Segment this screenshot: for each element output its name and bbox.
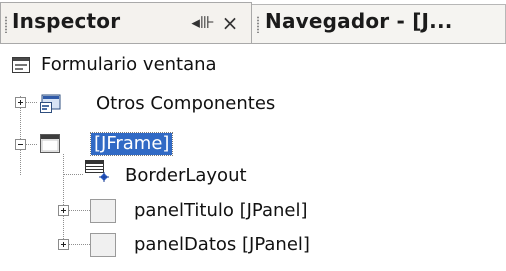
- tree-item-panel-titulo[interactable]: panelTitulo [JPanel]: [134, 200, 308, 222]
- expand-panel-titulo[interactable]: [58, 205, 69, 216]
- tree-item-panel-datos[interactable]: panelDatos [JPanel]: [134, 234, 310, 256]
- component-tree: Formulario ventana Otros Componentes [JF…: [0, 44, 506, 271]
- tree-connector: [20, 96, 21, 176]
- tree-connector: [69, 210, 90, 211]
- collapse-jframe[interactable]: [15, 139, 26, 150]
- expand-other-components[interactable]: [15, 97, 26, 108]
- expand-panel-datos[interactable]: [58, 239, 69, 250]
- panel-icon: [90, 199, 116, 223]
- tab-bar: Inspector ◂⊪ × Navegador - [J...: [0, 0, 506, 44]
- layout-icon: [85, 160, 109, 182]
- tree-item-form-window[interactable]: Formulario ventana: [41, 54, 217, 76]
- tab-navegador-title: Navegador - [J...: [265, 9, 453, 33]
- tab-inspector-title: Inspector: [12, 9, 121, 33]
- panel-icon: [90, 233, 116, 257]
- close-tab-icon[interactable]: ×: [219, 12, 241, 34]
- tree-connector: [69, 244, 90, 245]
- tab-navegador[interactable]: Navegador - [J...: [252, 4, 506, 44]
- dock-minimize-icon[interactable]: ◂⊪: [189, 12, 217, 34]
- drag-grip-icon[interactable]: [257, 16, 259, 33]
- tree-item-border-layout[interactable]: BorderLayout: [125, 165, 247, 187]
- tree-item-jframe[interactable]: [JFrame]: [89, 132, 174, 156]
- drag-grip-icon[interactable]: [5, 16, 7, 33]
- form-window-icon: [12, 57, 30, 73]
- tree-connector: [64, 174, 84, 175]
- frame-icon: [40, 134, 60, 153]
- components-icon: [40, 94, 61, 113]
- tab-inspector[interactable]: Inspector ◂⊪ ×: [0, 2, 252, 44]
- tree-item-other-components[interactable]: Otros Componentes: [96, 93, 275, 115]
- tree-connector: [26, 102, 38, 103]
- tree-connector: [63, 154, 64, 244]
- tree-connector: [26, 144, 38, 145]
